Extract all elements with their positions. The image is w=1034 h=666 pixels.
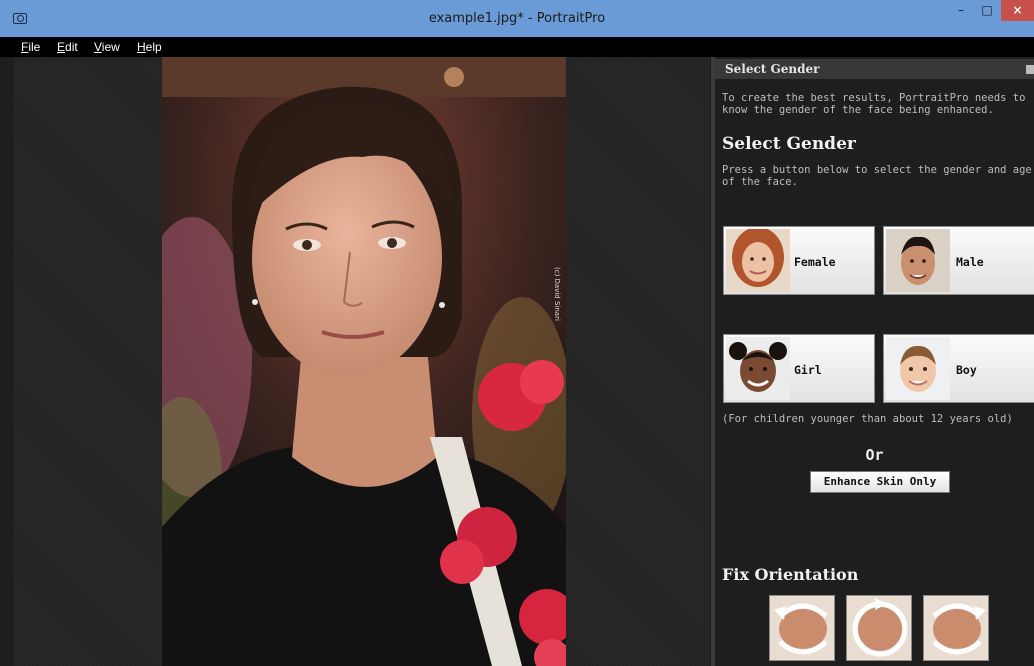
boy-button[interactable]: Boy — [883, 334, 1034, 403]
menu-view[interactable]: View — [94, 40, 120, 54]
fix-orientation-heading: Fix Orientation — [722, 565, 859, 584]
close-button[interactable]: × — [1001, 0, 1034, 21]
select-gender-heading: Select Gender — [722, 134, 856, 154]
enhance-skin-only-button[interactable]: Enhance Skin Only — [810, 471, 950, 493]
menu-view-mnemonic: V — [94, 40, 102, 54]
menu-bar: File Edit View Help — [0, 37, 1034, 57]
male-button[interactable]: Male — [883, 226, 1034, 295]
female-label: Female — [794, 255, 836, 269]
minimize-button[interactable]: – — [948, 0, 974, 21]
menu-help-mnemonic: H — [137, 40, 146, 54]
portrait-illustration: (c) David Sinari — [162, 57, 566, 666]
menu-help-label: elp — [145, 40, 162, 54]
female-face-icon — [726, 229, 790, 292]
or-separator: Or — [865, 446, 884, 464]
male-face-icon — [886, 229, 950, 292]
boy-face-icon — [886, 337, 950, 400]
girl-label: Girl — [794, 363, 822, 377]
male-label: Male — [956, 255, 984, 269]
rotate-right-button[interactable] — [923, 595, 989, 661]
rotate-180-icon — [852, 598, 908, 657]
maximize-button[interactable]: □ — [974, 0, 1000, 21]
menu-file-label: ile — [28, 40, 41, 54]
pin-icon[interactable] — [1026, 65, 1034, 74]
rotate-right-icon — [932, 603, 986, 655]
rotate-180-button[interactable] — [846, 595, 912, 661]
boy-label: Boy — [956, 363, 977, 377]
menu-file[interactable]: File — [21, 40, 40, 54]
rotate-left-button[interactable] — [769, 595, 835, 661]
select-gender-panel: Select Gender To create the best results… — [715, 57, 1034, 666]
panel-header-title: Select Gender — [725, 62, 820, 76]
title-bar: example1.jpg* - PortraitPro – □ × — [0, 0, 1034, 37]
menu-edit-mnemonic: E — [57, 40, 66, 54]
menu-view-label: iew — [101, 40, 120, 54]
menu-edit[interactable]: Edit — [57, 40, 78, 54]
children-note: (For children younger than about 12 year… — [722, 413, 1013, 425]
girl-button[interactable]: Girl — [723, 334, 875, 403]
panel-header: Select Gender — [715, 59, 1034, 79]
portrait-photo[interactable]: (c) David Sinari — [162, 57, 566, 666]
menu-help[interactable]: Help — [137, 40, 162, 54]
photo-credit: (c) David Sinari — [553, 267, 561, 321]
window-title: example1.jpg* - PortraitPro — [428, 11, 606, 26]
rotate-left-icon — [774, 603, 828, 655]
girl-face-icon — [726, 337, 790, 400]
instruction-text: Press a button below to select the gende… — [722, 164, 1032, 188]
intro-text: To create the best results, PortraitPro … — [722, 92, 1026, 116]
menu-edit-label: dit — [65, 40, 78, 54]
female-button[interactable]: Female — [723, 226, 875, 295]
